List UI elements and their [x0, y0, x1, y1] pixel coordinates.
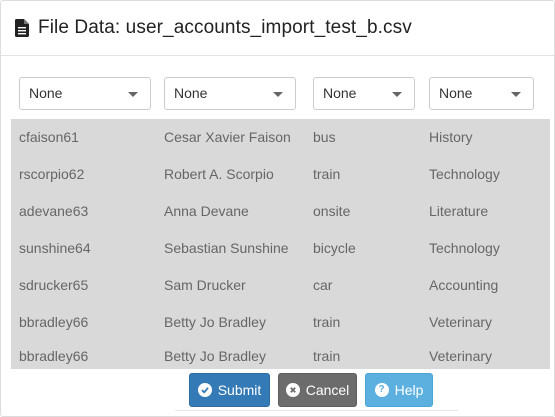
column-select-2[interactable]: None: [164, 77, 296, 110]
cell-transport: car: [313, 277, 333, 293]
cell-transport: train: [313, 166, 341, 182]
cell-subject: Veterinary: [429, 348, 493, 364]
help-button-label: Help: [394, 382, 424, 398]
cell-name: Cesar Xavier Faison: [164, 129, 291, 145]
table-row: rscorpio62 Robert A. Scorpio train Techn…: [11, 156, 550, 193]
check-circle-icon: [197, 383, 212, 397]
cell-username: sunshine64: [19, 240, 91, 256]
chevron-down-icon: [392, 92, 402, 97]
cell-subject: History: [429, 129, 473, 145]
table-row: adevane63 Anna Devane onsite Literature: [11, 193, 550, 230]
table-row: cfaison61 Cesar Xavier Faison bus Histor…: [11, 119, 550, 156]
cell-subject: Technology: [429, 166, 500, 182]
column-select-4[interactable]: None: [429, 77, 534, 110]
table-row: bbradley66 Betty Jo Bradley train Veteri…: [11, 338, 550, 369]
cell-name: Anna Devane: [164, 203, 249, 219]
cell-name: Betty Jo Bradley: [164, 314, 266, 330]
column-mapping-row: None None None None: [11, 65, 550, 119]
question-circle-icon: ?: [374, 383, 389, 397]
dialog-header: File Data: user_accounts_import_test_b.c…: [1, 1, 554, 56]
cancel-button-label: Cancel: [305, 382, 350, 398]
cell-subject: Veterinary: [429, 314, 493, 330]
chevron-down-icon: [128, 92, 138, 97]
data-rows: cfaison61 Cesar Xavier Faison bus Histor…: [11, 119, 550, 369]
chevron-down-icon: [511, 92, 521, 97]
cell-name: Betty Jo Bradley: [164, 348, 266, 364]
cell-subject: Literature: [429, 203, 489, 219]
cell-transport: train: [313, 348, 341, 364]
times-circle-icon: [285, 383, 300, 397]
chevron-down-icon: [273, 92, 283, 97]
cell-transport: train: [313, 314, 341, 330]
help-button[interactable]: ? Help: [365, 373, 433, 407]
cell-username: cfaison61: [19, 129, 79, 145]
cell-username: bbradley66: [19, 314, 89, 330]
cell-name: Sam Drucker: [164, 277, 246, 293]
cancel-button[interactable]: Cancel: [278, 373, 357, 407]
cell-username: bbradley66: [19, 348, 89, 364]
cell-transport: onsite: [313, 203, 351, 219]
table-row: bbradley66 Betty Jo Bradley train Veteri…: [11, 304, 550, 341]
column-select-2-value: None: [174, 85, 208, 101]
column-select-3[interactable]: None: [313, 77, 415, 110]
cell-subject: Accounting: [429, 277, 499, 293]
submit-button-label: Submit: [217, 382, 262, 398]
cell-username: sdrucker65: [19, 277, 89, 293]
cell-username: rscorpio62: [19, 166, 85, 182]
cell-transport: bus: [313, 129, 336, 145]
column-select-1-value: None: [29, 85, 63, 101]
file-text-icon: [15, 19, 29, 37]
divider: [175, 410, 458, 411]
cell-transport: bicycle: [313, 240, 356, 256]
data-grid: None None None None cfaison61 Cesar Xavi…: [11, 65, 550, 369]
column-select-3-value: None: [323, 85, 357, 101]
table-row: sdrucker65 Sam Drucker car Accounting: [11, 267, 550, 304]
dialog-buttons: Submit Cancel ? Help: [1, 371, 554, 409]
column-select-4-value: None: [439, 85, 473, 101]
file-data-dialog: File Data: user_accounts_import_test_b.c…: [0, 0, 555, 417]
table-row: sunshine64 Sebastian Sunshine bicycle Te…: [11, 230, 550, 267]
column-select-1[interactable]: None: [19, 77, 151, 110]
cell-subject: Technology: [429, 240, 500, 256]
submit-button[interactable]: Submit: [189, 373, 270, 407]
cell-name: Robert A. Scorpio: [164, 166, 274, 182]
dialog-title: File Data: user_accounts_import_test_b.c…: [38, 17, 412, 38]
cell-username: adevane63: [19, 203, 89, 219]
cell-name: Sebastian Sunshine: [164, 240, 289, 256]
